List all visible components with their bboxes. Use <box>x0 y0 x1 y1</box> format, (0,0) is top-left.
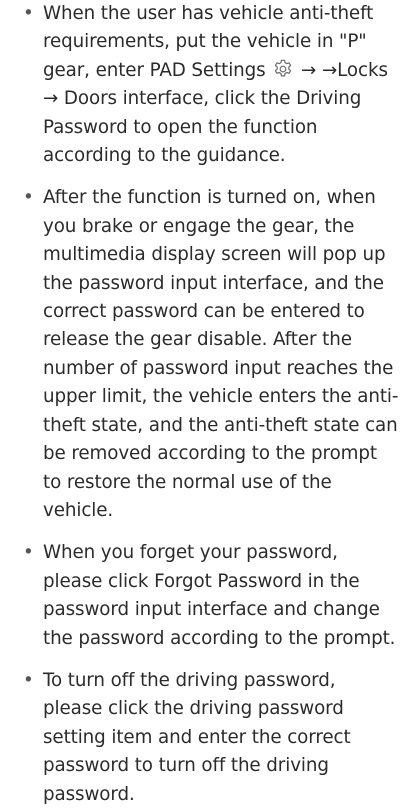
item-text: When you forget your password, please cl… <box>43 542 396 649</box>
list-item-turn-off-password: • To turn off the driving password, plea… <box>20 667 400 809</box>
item-text: To turn off the driving password, please… <box>43 669 351 805</box>
bullet-marker: • <box>23 3 34 24</box>
instruction-list: • When the user has vehicle anti-theft r… <box>20 0 400 809</box>
bullet-marker: • <box>23 669 34 691</box>
gear-icon <box>272 58 294 80</box>
item-text: After the function is turned on, when yo… <box>43 187 399 521</box>
bullet-marker: • <box>23 187 34 209</box>
list-item-enable-password: • When the user has vehicle anti-theft r… <box>20 0 400 170</box>
list-item-forgot-password: • When you forget your password, please … <box>20 539 400 653</box>
bullet-marker: • <box>23 542 34 564</box>
document-page: • When the user has vehicle anti-theft r… <box>0 0 414 805</box>
list-item-password-usage: • After the function is turned on, when … <box>20 184 400 525</box>
